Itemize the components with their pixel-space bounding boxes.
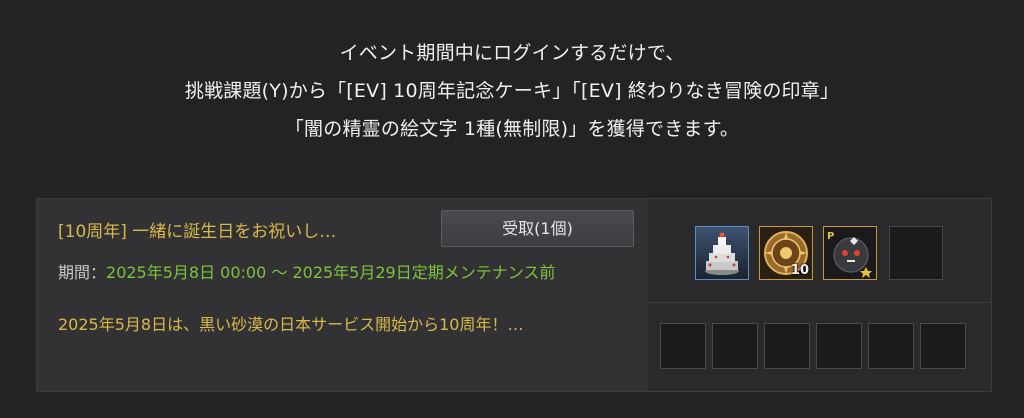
empty-bonus-slot bbox=[712, 323, 758, 369]
reward-slot-seal[interactable]: 10 bbox=[759, 226, 813, 280]
reward-slots: 10 P bbox=[648, 199, 991, 391]
reward-slot-cake[interactable] bbox=[695, 226, 749, 280]
empty-reward-slot bbox=[889, 226, 943, 280]
seal-quantity: 10 bbox=[790, 263, 809, 278]
empty-bonus-slot bbox=[764, 323, 810, 369]
reward-panel: [10周年] 一緒に誕生日をお祝いし… 受取(1個) 期間：2025年5月8日 … bbox=[36, 198, 992, 392]
intro-line-2: 挑戦課題(Y)から「[EV] 10周年記念ケーキ」「[EV] 終わりなき冒険の印… bbox=[184, 80, 840, 102]
reward-slot-emoji[interactable]: P bbox=[823, 226, 877, 280]
period-value: 2025年5月8日 00:00 ～ 2025年5月29日定期メンテナンス前 bbox=[106, 263, 556, 282]
dark-spirit-emoji-icon: P bbox=[824, 227, 876, 279]
empty-bonus-slot bbox=[660, 323, 706, 369]
empty-bonus-slot bbox=[920, 323, 966, 369]
period-label: 期間： bbox=[58, 263, 107, 282]
event-period: 期間：2025年5月8日 00:00 ～ 2025年5月29日定期メンテナンス前 bbox=[58, 260, 633, 285]
reward-info: [10周年] 一緒に誕生日をお祝いし… 受取(1個) 期間：2025年5月8日 … bbox=[37, 199, 648, 391]
intro-line-1: イベント期間中にログインするだけで、 bbox=[339, 42, 685, 64]
intro-line-3: 「闇の精霊の絵文字 1種(無制限)」を獲得できます。 bbox=[284, 118, 740, 140]
reward-description: 2025年5月8日は、黒い砂漠の日本サービス開始から10周年！… bbox=[58, 315, 524, 334]
slot-divider bbox=[648, 302, 991, 303]
claim-button[interactable]: 受取(1個) bbox=[441, 210, 634, 247]
birthday-cake-icon bbox=[696, 227, 748, 279]
event-intro: イベント期間中にログインするだけで、 挑戦課題(Y)から「[EV] 10周年記念… bbox=[0, 34, 1024, 148]
reward-title: [10周年] 一緒に誕生日をお祝いし… bbox=[58, 222, 337, 242]
empty-bonus-slot bbox=[816, 323, 862, 369]
empty-bonus-slot bbox=[868, 323, 914, 369]
premium-badge: P bbox=[827, 231, 834, 242]
